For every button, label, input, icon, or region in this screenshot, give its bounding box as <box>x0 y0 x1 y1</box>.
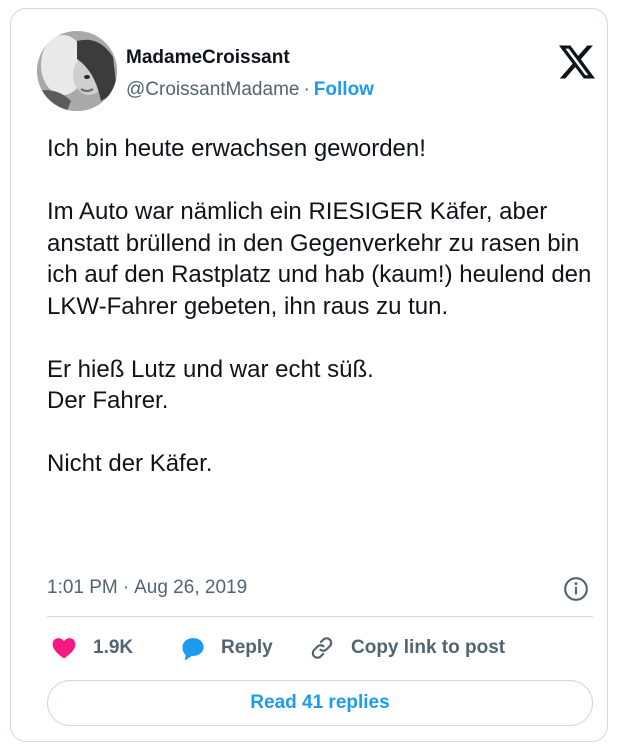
speech-bubble-icon <box>182 638 204 661</box>
read-replies-button[interactable]: Read 41 replies <box>47 680 593 726</box>
like-count: 1.9K <box>93 637 134 658</box>
author-display-name[interactable]: MadameCroissant <box>126 47 290 69</box>
tweet-time: 1:01 PM <box>47 577 118 598</box>
follow-button[interactable]: Follow <box>314 79 374 100</box>
like-button[interactable]: 1.9K <box>51 633 133 663</box>
tweet-timestamp[interactable]: 1:01 PM · Aug 26, 2019 <box>47 577 247 599</box>
tweet-date: Aug 26, 2019 <box>134 577 248 598</box>
tweet-paragraph: Er hieß Lutz und war echt süß. <box>47 355 374 383</box>
tweet-paragraph: Ich bin heute erwachsen geworden! <box>47 135 426 162</box>
tweet-paragraph: Der Fahrer. <box>47 387 169 414</box>
read-replies-label: Read 41 replies <box>250 692 390 713</box>
copy-link-button[interactable]: Copy link to post <box>309 633 505 663</box>
tweet-paragraph: Nicht der Käfer. <box>47 450 213 477</box>
avatar[interactable] <box>37 31 117 111</box>
tweet-paragraph: Im Auto war nämlich ein RIESIGER Käfer, … <box>47 198 592 320</box>
link-icon <box>311 637 333 659</box>
handle-separator: · <box>303 79 310 100</box>
info-icon[interactable] <box>563 576 589 602</box>
avatar-photo <box>37 31 117 111</box>
reply-label: Reply <box>221 637 273 658</box>
x-logo-icon[interactable] <box>559 45 595 79</box>
author-handle[interactable]: @CroissantMadame <box>126 79 299 100</box>
heart-icon <box>52 638 76 659</box>
author-handle-row: @CroissantMadame · Follow <box>126 79 374 101</box>
timestamp-separator: · <box>122 577 130 598</box>
reply-button[interactable]: Reply <box>179 633 273 663</box>
copy-link-label: Copy link to post <box>351 637 506 658</box>
tweet-text: Ich bin heute erwachsen geworden! Im Aut… <box>47 133 592 480</box>
tweet-embed-card: MadameCroissant @CroissantMadame · Follow … <box>10 8 608 742</box>
divider <box>47 616 593 617</box>
